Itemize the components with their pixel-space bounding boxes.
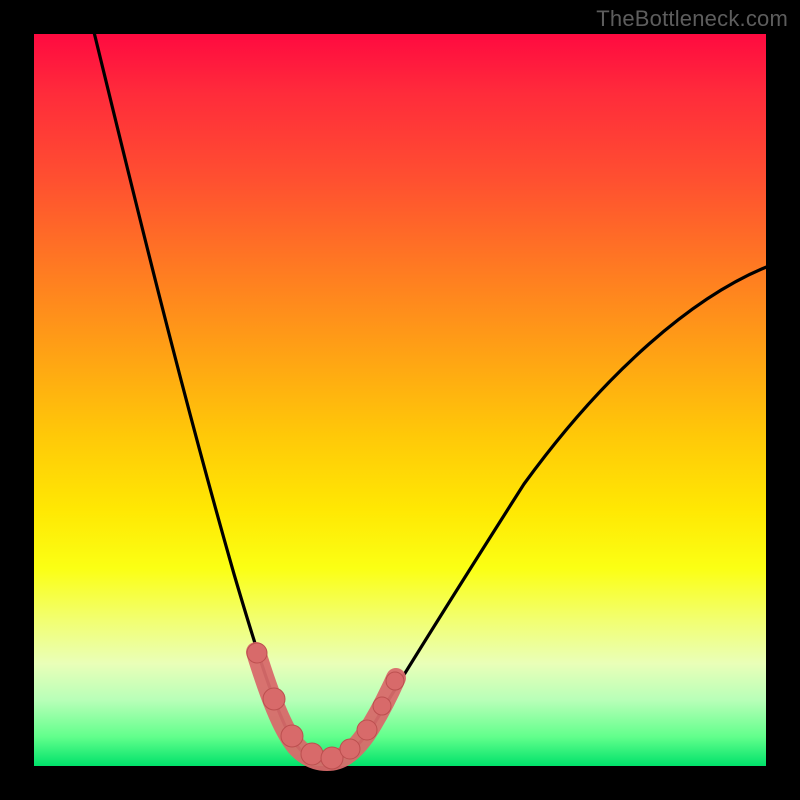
plot-area [34, 34, 766, 766]
marker-point [301, 743, 323, 765]
marker-point [263, 688, 285, 710]
bottleneck-curve [92, 24, 774, 761]
marker-point [386, 672, 404, 690]
watermark-text: TheBottleneck.com [596, 6, 788, 32]
chart-frame: TheBottleneck.com [0, 0, 800, 800]
marker-point [340, 739, 360, 759]
marker-point [373, 697, 391, 715]
marker-point [357, 720, 377, 740]
marker-point [247, 643, 267, 663]
marker-point [281, 725, 303, 747]
chart-svg [34, 34, 766, 766]
